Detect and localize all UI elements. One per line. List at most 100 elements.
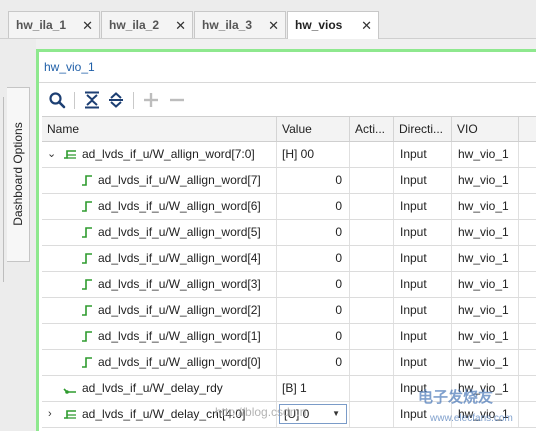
tab-hw-vios[interactable]: hw_vios ✕ — [287, 11, 379, 39]
tab-hw-ila-2[interactable]: hw_ila_2 ✕ — [101, 11, 193, 38]
signal-value[interactable]: 0 — [277, 350, 350, 375]
probe-table: Name Value Acti... Directi... VIO ⌄ ad_l… — [42, 116, 536, 428]
signal-name: ad_lvds_if_u/W_allign_word[0] — [98, 355, 261, 369]
side-panel: Dashboard Options — [0, 39, 36, 431]
bit-signal-icon — [82, 175, 92, 186]
tab-label: hw_ila_1 — [16, 18, 67, 32]
close-icon[interactable]: ✕ — [361, 18, 372, 34]
signal-value[interactable]: [H] 00 — [277, 142, 350, 167]
signal-name: ad_lvds_if_u/W_allign_word[7:0] — [82, 147, 255, 161]
search-icon[interactable] — [46, 89, 68, 111]
signal-name: ad_lvds_if_u/W_allign_word[5] — [98, 225, 261, 239]
signal-value[interactable]: 0 — [277, 272, 350, 297]
close-icon[interactable]: ✕ — [175, 18, 186, 34]
direction-cell: Input — [394, 142, 452, 167]
table-row[interactable]: ad_lvds_if_u/W_allign_word[6] 0 Input hw… — [42, 194, 536, 220]
bit-signal-icon — [82, 331, 92, 342]
activity-cell — [350, 194, 394, 219]
bit-signal-icon — [82, 253, 92, 264]
vio-cell: hw_vio_1 — [452, 298, 519, 323]
table-row[interactable]: ad_lvds_if_u/W_allign_word[0] 0 Input hw… — [42, 350, 536, 376]
table-row[interactable]: ad_lvds_if_u/W_allign_word[5] 0 Input hw… — [42, 220, 536, 246]
signal-name: ad_lvds_if_u/W_allign_word[6] — [98, 199, 261, 213]
toolbar-separator — [74, 92, 75, 109]
direction-cell: Input — [394, 350, 452, 375]
direction-cell: Input — [394, 298, 452, 323]
vio-cell: hw_vio_1 — [452, 220, 519, 245]
signal-value[interactable]: 0 — [277, 168, 350, 193]
side-divider — [0, 97, 4, 282]
signal-value[interactable]: 0 — [277, 220, 350, 245]
watermark-logo: 电子发烧友 — [418, 389, 494, 406]
bit-signal-icon — [82, 305, 92, 316]
bit-signal-icon — [82, 357, 92, 368]
activity-cell — [350, 220, 394, 245]
signal-icon — [63, 388, 76, 394]
bus-icon — [64, 410, 76, 419]
dropdown-arrow-icon[interactable]: ▼ — [332, 405, 340, 423]
table-row[interactable]: ad_lvds_if_u/W_allign_word[7] 0 Input hw… — [42, 168, 536, 194]
bus-icon — [64, 150, 76, 159]
signal-name: ad_lvds_if_u/W_allign_word[3] — [98, 277, 261, 291]
vio-cell: hw_vio_1 — [452, 350, 519, 375]
signal-value[interactable]: 0 — [277, 194, 350, 219]
signal-name: ad_lvds_if_u/W_allign_word[4] — [98, 251, 261, 265]
table-header: Name Value Acti... Directi... VIO — [42, 116, 536, 142]
direction-cell: Input — [394, 246, 452, 271]
watermark-url: www.elecfans.com — [430, 413, 513, 424]
signal-value[interactable]: 0 — [277, 324, 350, 349]
activity-cell — [350, 324, 394, 349]
direction-cell: Input — [394, 324, 452, 349]
signal-name: ad_lvds_if_u/W_allign_word[7] — [98, 173, 261, 187]
column-header-direction[interactable]: Directi... — [394, 117, 452, 141]
vio-cell: hw_vio_1 — [452, 246, 519, 271]
signal-value[interactable]: 0 — [277, 246, 350, 271]
close-icon[interactable]: ✕ — [268, 18, 279, 34]
activity-cell — [350, 168, 394, 193]
add-icon[interactable] — [140, 89, 162, 111]
expand-all-icon[interactable] — [105, 89, 127, 111]
tab-label: hw_ila_2 — [109, 18, 160, 32]
table-row[interactable]: ad_lvds_if_u/W_allign_word[3] 0 Input hw… — [42, 272, 536, 298]
tab-bar: hw_ila_1 ✕ hw_ila_2 ✕ hw_ila_3 ✕ hw_vios… — [0, 0, 536, 39]
column-header-name[interactable]: Name — [42, 117, 277, 141]
tab-label: hw_vios — [295, 18, 343, 32]
toolbar — [39, 84, 536, 116]
signal-name: ad_lvds_if_u/W_delay_rdy — [82, 381, 223, 395]
activity-cell — [350, 376, 394, 401]
table-row[interactable]: ad_lvds_if_u/W_allign_word[2] 0 Input hw… — [42, 298, 536, 324]
dashboard-options-label: Dashboard Options — [11, 122, 25, 226]
tab-hw-ila-3[interactable]: hw_ila_3 ✕ — [194, 11, 286, 38]
vio-cell: hw_vio_1 — [452, 168, 519, 193]
vio-cell: hw_vio_1 — [452, 324, 519, 349]
direction-cell: Input — [394, 168, 452, 193]
table-row[interactable]: ad_lvds_if_u/W_allign_word[1] 0 Input hw… — [42, 324, 536, 350]
close-icon[interactable]: ✕ — [82, 18, 93, 34]
remove-icon[interactable] — [166, 89, 188, 111]
chevron-down-icon[interactable]: ⌄ — [47, 142, 56, 167]
signal-value[interactable]: 0 — [277, 298, 350, 323]
vio-dashboard-panel: hw_vio_1 Name Value Acti... Directi... V… — [36, 49, 536, 431]
activity-cell — [350, 298, 394, 323]
signal-name: ad_lvds_if_u/W_allign_word[2] — [98, 303, 261, 317]
column-header-activity[interactable]: Acti... — [350, 117, 394, 141]
activity-cell — [350, 350, 394, 375]
activity-cell — [350, 142, 394, 167]
table-row[interactable]: ⌄ ad_lvds_if_u/W_allign_word[7:0] [H] 00… — [42, 142, 536, 168]
bit-signal-icon — [82, 227, 92, 238]
direction-cell: Input — [394, 194, 452, 219]
tab-label: hw_ila_3 — [202, 18, 253, 32]
column-header-vio[interactable]: VIO — [452, 117, 519, 141]
tab-hw-ila-1[interactable]: hw_ila_1 ✕ — [8, 11, 100, 38]
toolbar-separator — [133, 92, 134, 109]
direction-cell: Input — [394, 220, 452, 245]
signal-value[interactable]: [B] 1 — [277, 376, 350, 401]
chevron-right-icon[interactable]: › — [48, 402, 52, 427]
column-header-value[interactable]: Value — [277, 117, 350, 141]
collapse-all-icon[interactable] — [81, 89, 103, 111]
panel-title: hw_vio_1 — [44, 60, 95, 74]
vio-cell: hw_vio_1 — [452, 272, 519, 297]
bit-signal-icon — [82, 201, 92, 212]
table-row[interactable]: ad_lvds_if_u/W_allign_word[4] 0 Input hw… — [42, 246, 536, 272]
divider — [39, 82, 536, 83]
